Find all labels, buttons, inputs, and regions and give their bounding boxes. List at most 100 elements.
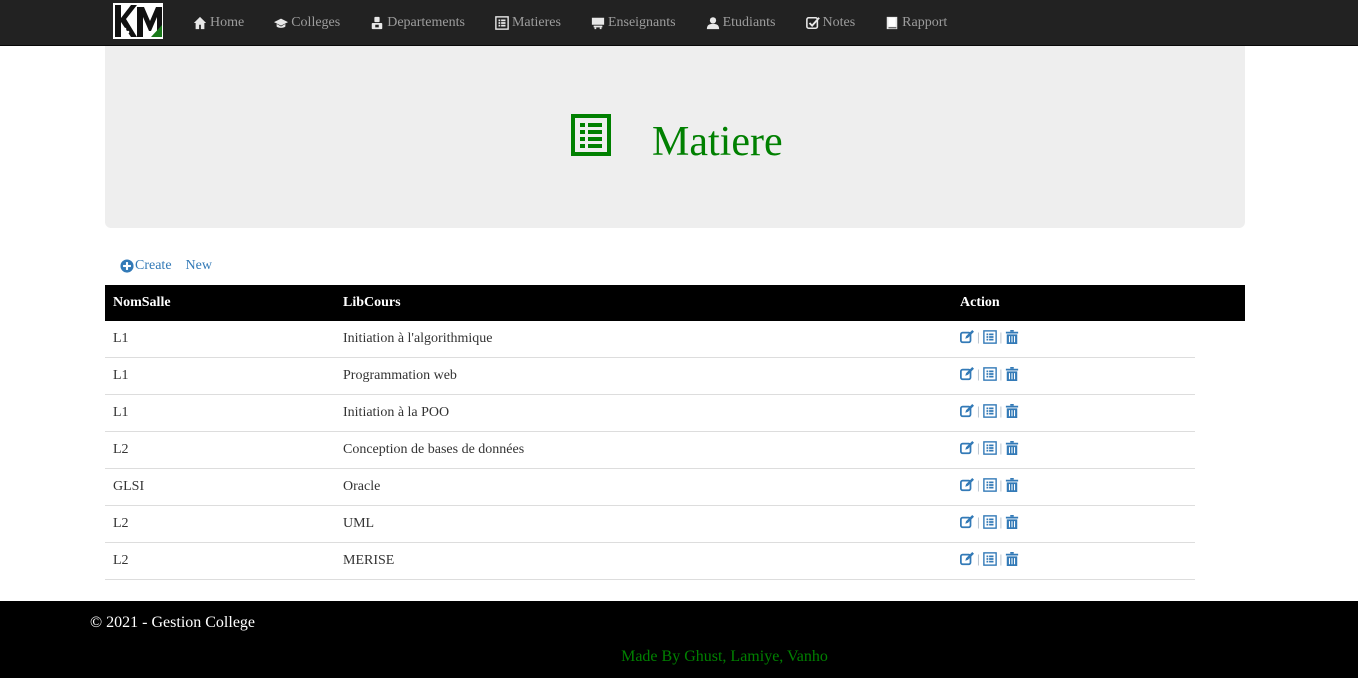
user-icon <box>706 17 719 30</box>
column-header-libcours[interactable]: LibCours <box>343 295 401 311</box>
nav-item-home[interactable]: Home <box>178 3 259 43</box>
row-actions: | | <box>960 330 1019 344</box>
cell-libcours: Programmation web <box>343 368 457 383</box>
create-label: Create <box>135 258 172 273</box>
trash-icon[interactable] <box>1005 441 1019 455</box>
separator: | <box>977 329 980 344</box>
table-body: L1 Initiation à l'algorithmique | | L1 P… <box>105 321 1195 580</box>
separator: | <box>999 440 1003 455</box>
page-header: Matiere <box>105 46 1245 228</box>
nav-item-enseignants[interactable]: Enseignants <box>576 3 691 43</box>
row-actions: | | <box>960 367 1019 381</box>
cell-nomsalle: L1 <box>113 331 129 346</box>
table-row: L1 Initiation à l'algorithmique | | <box>105 321 1195 358</box>
new-link[interactable]: New <box>186 258 212 274</box>
check-icon <box>805 16 820 30</box>
details-icon[interactable] <box>982 441 997 455</box>
footer: © 2021 - Gestion College Made By Ghust, … <box>0 601 1358 678</box>
column-header-nomsalle[interactable]: NomSalle <box>113 295 171 311</box>
table-row: GLSI Oracle | | <box>105 469 1195 506</box>
separator: | <box>977 366 980 381</box>
nav-item-departements[interactable]: Departements <box>355 3 480 43</box>
book-icon <box>886 16 898 30</box>
cell-nomsalle: L2 <box>113 516 129 531</box>
column-header-action: Action <box>960 295 1000 310</box>
cell-libcours: Initiation à l'algorithmique <box>343 331 493 346</box>
details-icon[interactable] <box>982 404 997 418</box>
list-alt-icon <box>495 16 509 30</box>
cell-nomsalle: L1 <box>113 405 129 420</box>
separator: | <box>999 403 1003 418</box>
row-actions: | | <box>960 441 1019 455</box>
details-icon[interactable] <box>982 552 997 566</box>
actions-row: Create New <box>120 258 212 274</box>
nav-label: Home <box>210 15 245 30</box>
brand-logo[interactable] <box>113 3 163 39</box>
separator: | <box>999 329 1003 344</box>
made-by-text: Made By Ghust, Lamiye, Vanho <box>621 648 828 665</box>
edit-icon[interactable] <box>960 367 974 381</box>
blackboard-icon <box>591 17 605 30</box>
nav-label: Departements <box>387 15 465 30</box>
cell-nomsalle: L1 <box>113 368 129 383</box>
row-actions: | | <box>960 478 1019 492</box>
nav-label: Etudiants <box>722 15 776 30</box>
separator: | <box>977 403 980 418</box>
trash-icon[interactable] <box>1005 478 1019 492</box>
separator: | <box>977 440 980 455</box>
navbar: Home Colleges Departements Matieres Ense… <box>0 0 1358 46</box>
create-link[interactable]: Create <box>120 258 172 274</box>
row-actions: | | <box>960 552 1019 566</box>
separator: | <box>977 551 980 566</box>
user-badge-icon <box>371 16 383 30</box>
table-row: L1 Programmation web | | <box>105 358 1195 395</box>
list-alt-icon <box>571 114 611 156</box>
details-icon[interactable] <box>982 367 997 381</box>
home-icon <box>193 16 207 30</box>
table-row: L2 Conception de bases de données | | <box>105 432 1195 469</box>
nav-label: Matieres <box>511 15 561 30</box>
nav-item-matieres[interactable]: Matieres <box>480 3 576 43</box>
trash-icon[interactable] <box>1005 367 1019 381</box>
nav-item-notes[interactable]: Notes <box>791 3 871 43</box>
cell-libcours: Oracle <box>343 479 381 494</box>
details-icon[interactable] <box>982 515 997 529</box>
nav-item-rapport[interactable]: Rapport <box>870 3 962 43</box>
table-row: L2 UML | | <box>105 506 1195 543</box>
nav-menu: Home Colleges Departements Matieres Ense… <box>178 0 962 46</box>
separator: | <box>977 477 980 492</box>
separator: | <box>999 514 1003 529</box>
edit-icon[interactable] <box>960 515 974 529</box>
table-row: L1 Initiation à la POO | | <box>105 395 1195 432</box>
trash-icon[interactable] <box>1005 330 1019 344</box>
trash-icon[interactable] <box>1005 515 1019 529</box>
edit-icon[interactable] <box>960 330 974 344</box>
page-title: Matiere <box>652 119 783 165</box>
cell-libcours: Initiation à la POO <box>343 405 450 420</box>
nav-label: Colleges <box>291 15 341 30</box>
cell-libcours: UML <box>343 516 375 531</box>
edit-icon[interactable] <box>960 441 974 455</box>
table-row: L2 MERISE | | <box>105 543 1195 580</box>
separator: | <box>999 477 1003 492</box>
edit-icon[interactable] <box>960 478 974 492</box>
trash-icon[interactable] <box>1005 552 1019 566</box>
cell-nomsalle: L2 <box>113 553 129 568</box>
details-icon[interactable] <box>982 330 997 344</box>
separator: | <box>999 551 1003 566</box>
trash-icon[interactable] <box>1005 404 1019 418</box>
table-header: NomSalle LibCours Action <box>105 285 1245 321</box>
separator: | <box>999 366 1003 381</box>
nav-item-colleges[interactable]: Colleges <box>259 3 355 43</box>
details-icon[interactable] <box>982 478 997 492</box>
nav-label: Notes <box>822 15 856 30</box>
nav-label: Rapport <box>902 15 948 30</box>
nav-item-etudiants[interactable]: Etudiants <box>691 3 791 43</box>
cell-libcours: MERISE <box>343 553 395 568</box>
nav-label: Enseignants <box>607 15 676 30</box>
cell-libcours: Conception de bases de données <box>343 442 525 457</box>
copyright-text: © 2021 - Gestion College <box>90 614 256 631</box>
row-actions: | | <box>960 515 1019 529</box>
edit-icon[interactable] <box>960 404 974 418</box>
edit-icon[interactable] <box>960 552 974 566</box>
